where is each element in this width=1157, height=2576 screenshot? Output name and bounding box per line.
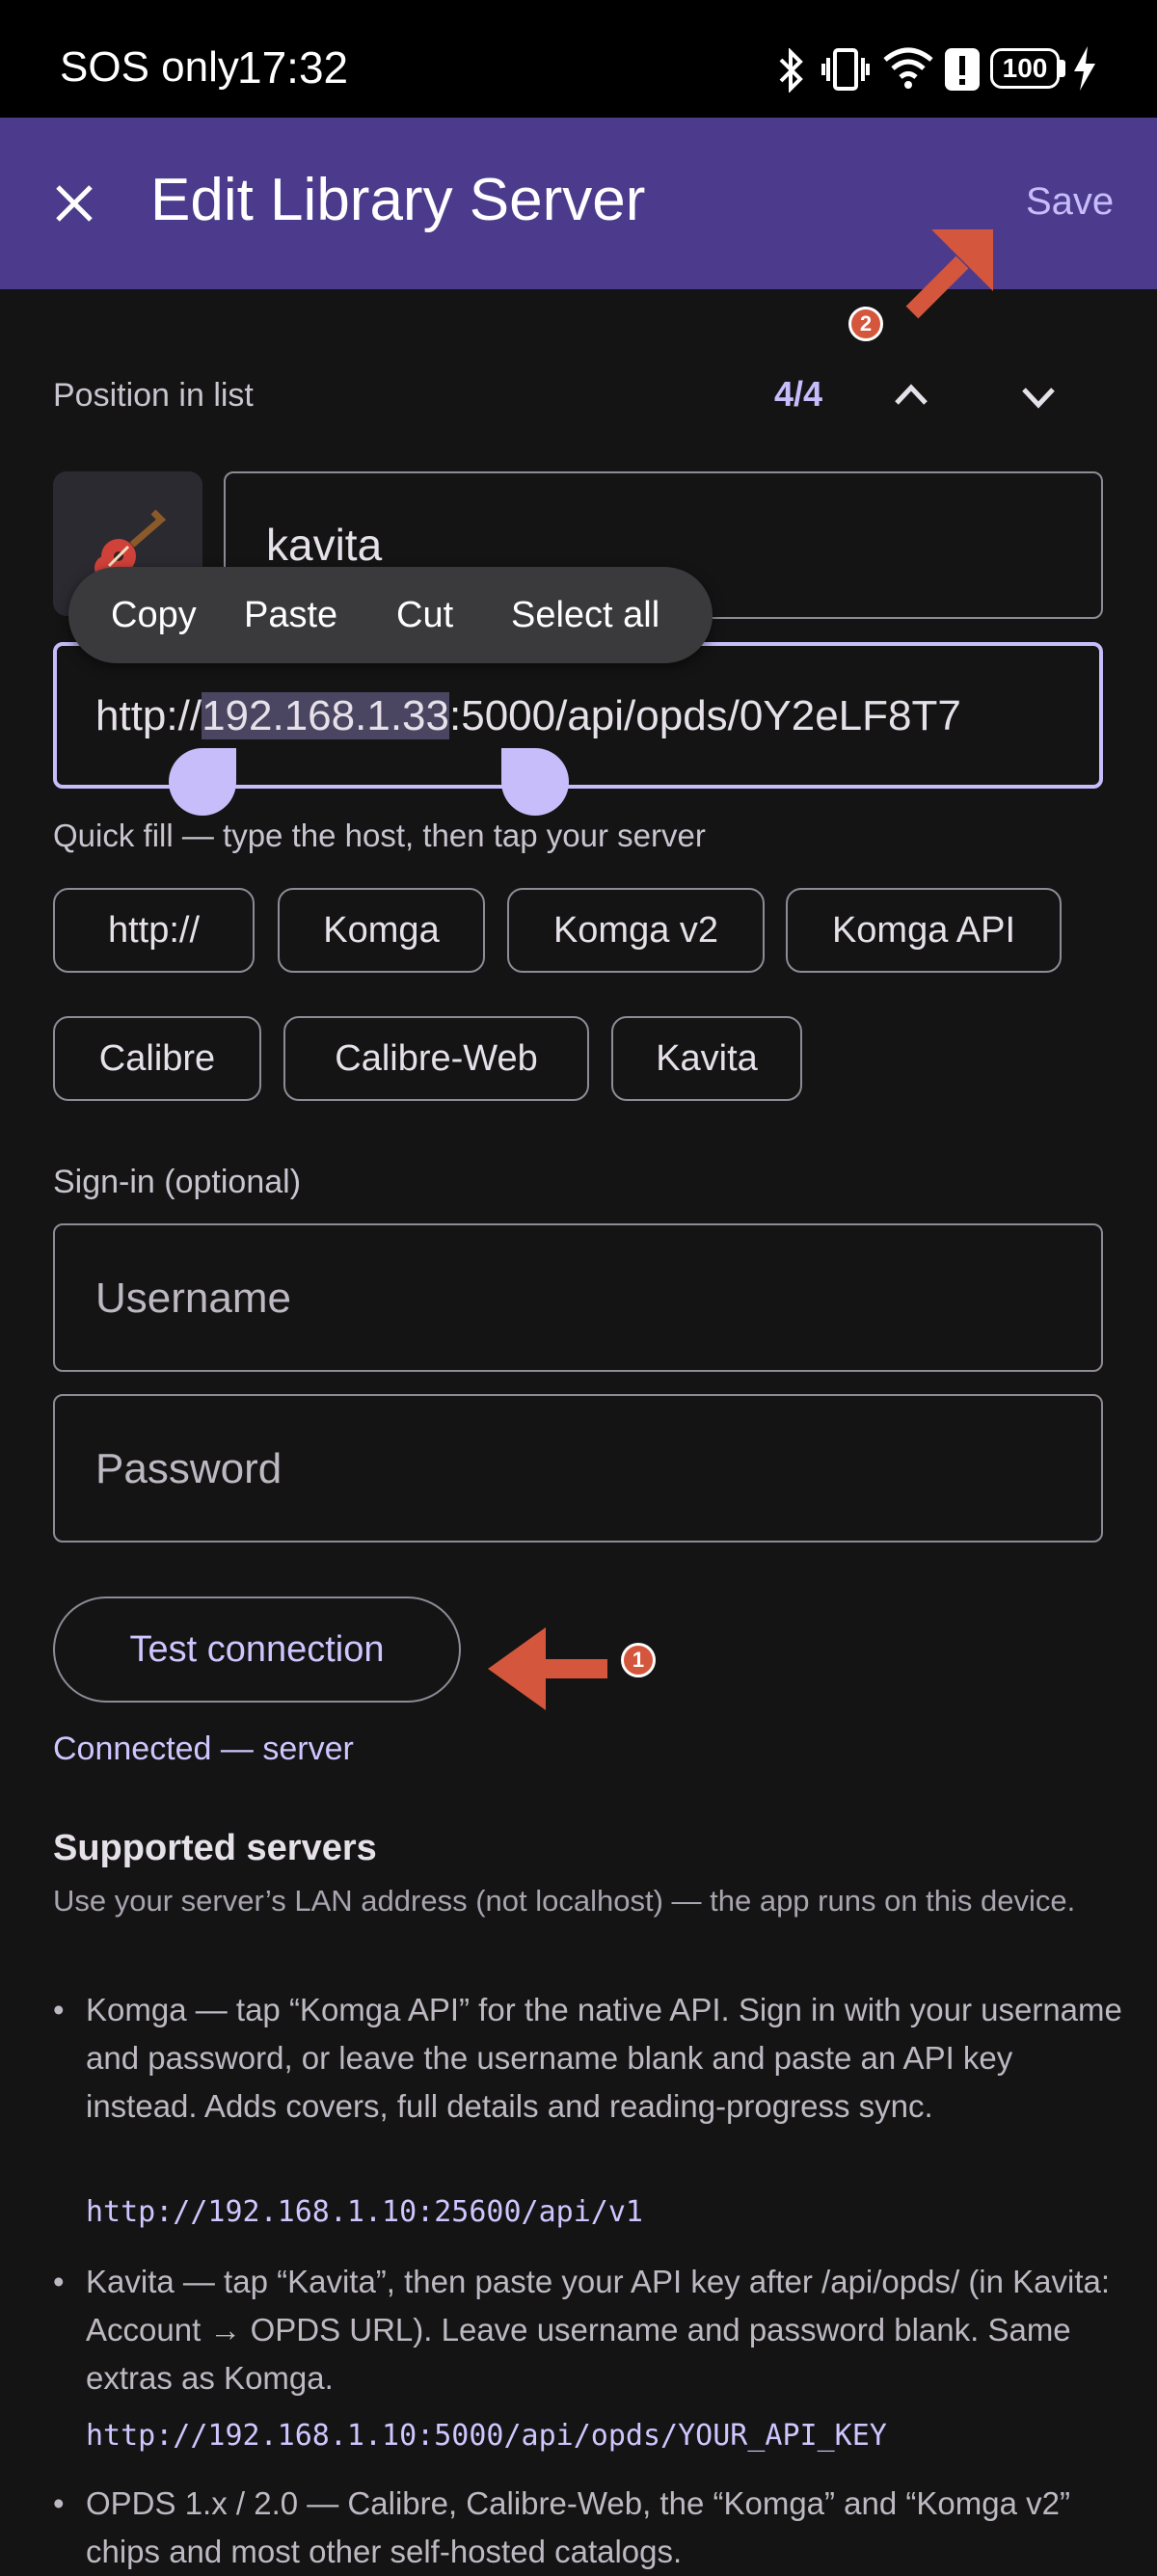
quick-fill-label: Quick fill — type the host, then tap you…	[53, 818, 706, 853]
url-prefix: http://	[95, 692, 202, 739]
charging-icon	[1074, 46, 1095, 91]
chip-calibre[interactable]: Calibre	[53, 1016, 261, 1101]
url-selected-text: 192.168.1.33	[202, 692, 449, 739]
supported-title: Supported servers	[53, 1828, 377, 1868]
chip-http[interactable]: http://	[53, 888, 255, 973]
bullet: •	[53, 1992, 65, 2027]
menu-cut[interactable]: Cut	[396, 592, 453, 638]
wifi-icon	[883, 47, 933, 89]
text-context-menu: Copy Paste Cut Select all	[68, 567, 713, 663]
chip-calibre-web[interactable]: Calibre-Web	[283, 1016, 589, 1101]
battery-icon: 100	[990, 48, 1060, 89]
url-suffix: :5000/api/opds/0Y2eLF8T7	[449, 692, 961, 739]
battery-level: 100	[1002, 53, 1048, 83]
username-field[interactable]: Username	[53, 1223, 1103, 1372]
annotation-badge-1: 1	[621, 1643, 656, 1677]
supported-intro: Use your server’s LAN address (not local…	[53, 1884, 1076, 1918]
menu-copy[interactable]: Copy	[111, 592, 197, 638]
chip-komga[interactable]: Komga	[278, 888, 485, 973]
bullet: •	[53, 2485, 65, 2521]
chip-komga-v2[interactable]: Komga v2	[507, 888, 765, 973]
chevron-up-icon[interactable]	[893, 382, 929, 407]
server-name-value: kavita	[266, 520, 383, 570]
status-bar: SOS only 17:32 100	[0, 0, 1157, 118]
test-connection-button[interactable]: Test connection	[53, 1597, 461, 1703]
supported-item-text: Kavita — tap “Kavita”, then paste your A…	[86, 2264, 1111, 2396]
username-placeholder: Username	[95, 1275, 291, 1322]
password-field[interactable]: Password	[53, 1394, 1103, 1543]
supported-item-url: http://192.168.1.10:5000/api/opds/YOUR_A…	[86, 2419, 887, 2453]
page-title: Edit Library Server	[150, 167, 646, 233]
alert-icon	[945, 48, 980, 91]
chip-komga-api[interactable]: Komga API	[786, 888, 1062, 973]
save-button[interactable]: Save	[1026, 177, 1114, 226]
chevron-down-icon[interactable]	[1020, 386, 1057, 411]
server-url-text: http://192.168.1.33:5000/api/opds/0Y2eLF…	[95, 686, 961, 746]
close-icon[interactable]	[54, 183, 94, 224]
supported-item-text: OPDS 1.x / 2.0 — Calibre, Calibre-Web, t…	[86, 2485, 1070, 2569]
menu-select-all[interactable]: Select all	[511, 592, 659, 638]
signin-label: Sign-in (optional)	[53, 1164, 302, 1200]
annotation-badge-2: 2	[848, 307, 883, 341]
annotation-arrow-1-icon	[488, 1627, 607, 1710]
supported-item-url: http://192.168.1.10:25600/api/v1	[86, 2195, 643, 2229]
chip-kavita[interactable]: Kavita	[611, 1016, 802, 1101]
battery-tip	[1060, 60, 1065, 77]
selection-end-handle[interactable]	[501, 748, 569, 816]
supported-item-text: Komga — tap “Komga API” for the native A…	[86, 1992, 1122, 2124]
bullet: •	[53, 2264, 65, 2299]
annotation-arrow-2-icon	[905, 229, 993, 319]
menu-paste[interactable]: Paste	[244, 592, 337, 638]
position-label: Position in list	[53, 377, 254, 414]
vibrate-icon	[821, 48, 870, 91]
test-connection-label: Test connection	[129, 1628, 385, 1670]
clock: 17:32	[237, 42, 349, 93]
bluetooth-icon	[779, 48, 803, 93]
position-value: 4/4	[774, 374, 823, 414]
selection-start-handle[interactable]	[169, 748, 236, 816]
carrier-label: SOS only	[60, 43, 239, 91]
password-placeholder: Password	[95, 1445, 283, 1492]
connection-status: Connected — server	[53, 1731, 354, 1767]
